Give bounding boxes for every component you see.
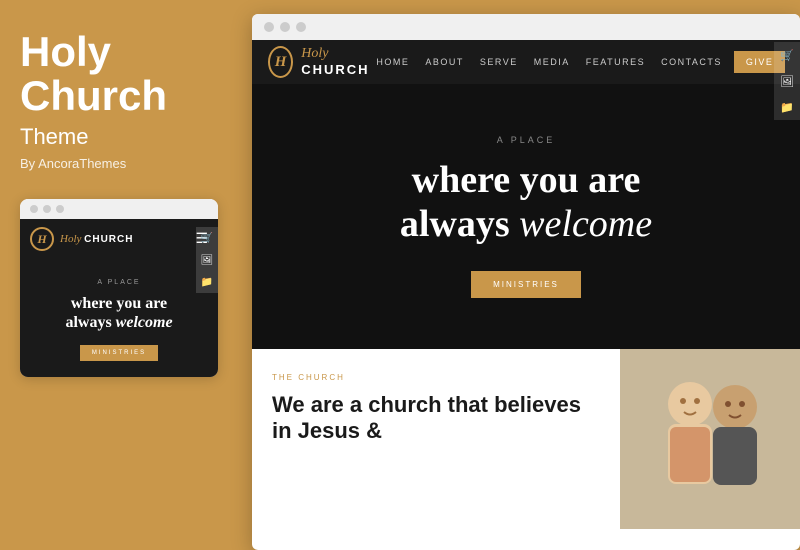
theme-title-line1: Holy: [20, 28, 111, 75]
main-dot-3: [296, 22, 306, 32]
main-dot-2: [280, 22, 290, 32]
nav-link-about[interactable]: ABOUT: [425, 57, 464, 67]
couple-illustration: [620, 349, 800, 529]
mobile-folder-icon[interactable]: 📁: [196, 271, 218, 293]
desktop-cart-icon[interactable]: 🛒: [774, 42, 800, 68]
desktop-image-icon[interactable]: 🖼: [774, 68, 800, 94]
nav-link-serve[interactable]: SERVE: [480, 57, 518, 67]
theme-subtitle: Theme: [20, 124, 228, 150]
theme-by: By AncoraThemes: [20, 156, 228, 171]
mobile-logo: H Holy CHURCH: [30, 227, 133, 251]
desktop-side-icons: 🛒 🖼 📁: [774, 42, 800, 120]
desktop-ministries-button[interactable]: MINISTRIES: [471, 271, 581, 298]
main-titlebar: [252, 14, 800, 40]
mobile-hero-small: A PLACE: [32, 279, 206, 286]
mobile-logo-italic: Holy: [60, 233, 81, 245]
mobile-hero-line1: where you are: [71, 295, 167, 312]
theme-title: Holy Church: [20, 30, 228, 118]
desktop-hero-line2: always: [400, 203, 510, 245]
desktop-bottom-image: [620, 349, 800, 529]
desktop-nav: H Holy CHURCH HOME ABOUT SERVE MEDIA FEA…: [252, 40, 800, 84]
mobile-logo-text: Holy CHURCH: [60, 233, 133, 245]
mobile-side-icons: 🛒 🖼 📁: [196, 227, 218, 293]
mobile-image-icon[interactable]: 🖼: [196, 249, 218, 271]
mobile-logo-bold: CHURCH: [84, 234, 133, 245]
nav-link-contacts[interactable]: CONTACTS: [661, 57, 722, 67]
desktop-hero-italic: welcome: [519, 203, 652, 245]
mobile-hero-title: where you are always welcome: [32, 294, 206, 332]
mobile-cart-icon[interactable]: 🛒: [196, 227, 218, 249]
theme-title-line2: Church: [20, 72, 167, 119]
desktop-hero-small: A PLACE: [497, 135, 556, 145]
desktop-logo-bold: CHURCH: [301, 62, 369, 77]
mobile-hero-italic: welcome: [116, 314, 173, 331]
desktop-hero-line1: where you are: [412, 159, 641, 201]
mobile-dot-1: [30, 205, 38, 213]
desktop-logo-italic: Holy: [301, 46, 328, 61]
mobile-hero-line2: always: [65, 314, 111, 331]
main-preview: H Holy CHURCH HOME ABOUT SERVE MEDIA FEA…: [252, 14, 800, 550]
mobile-logo-icon: H: [30, 227, 54, 251]
mobile-ministries-button[interactable]: MINISTRIES: [80, 345, 158, 361]
desktop-bottom-title: We are a church that believes in Jesus &: [272, 392, 600, 445]
nav-link-home[interactable]: HOME: [376, 57, 409, 67]
desktop-hero-title: where you are always welcome: [400, 159, 652, 246]
desktop-nav-links: HOME ABOUT SERVE MEDIA FEATURES CONTACTS: [376, 57, 722, 67]
mobile-dot-2: [43, 205, 51, 213]
mobile-dot-3: [56, 205, 64, 213]
desktop-hero: A PLACE where you are always welcome MIN…: [252, 84, 800, 349]
nav-link-features[interactable]: FEATURES: [586, 57, 645, 67]
nav-link-media[interactable]: MEDIA: [534, 57, 570, 67]
desktop-logo-text: Holy CHURCH: [301, 46, 376, 79]
desktop-logo: H Holy CHURCH: [268, 46, 376, 79]
desktop-bottom: THE CHURCH We are a church that believes…: [252, 349, 800, 529]
left-panel: Holy Church Theme By AncoraThemes H Holy…: [0, 0, 248, 550]
mobile-titlebar: [20, 199, 218, 219]
main-dot-1: [264, 22, 274, 32]
desktop-folder-icon[interactable]: 📁: [774, 94, 800, 120]
desktop-bottom-tag: THE CHURCH: [272, 373, 600, 382]
mobile-nav: H Holy CHURCH ☰: [20, 219, 218, 259]
desktop-bottom-left: THE CHURCH We are a church that believes…: [252, 349, 620, 529]
mobile-hero: A PLACE where you are always welcome MIN…: [20, 259, 218, 376]
mobile-preview: H Holy CHURCH ☰ A PLACE where you are al…: [20, 199, 218, 376]
desktop-logo-icon: H: [268, 46, 293, 78]
